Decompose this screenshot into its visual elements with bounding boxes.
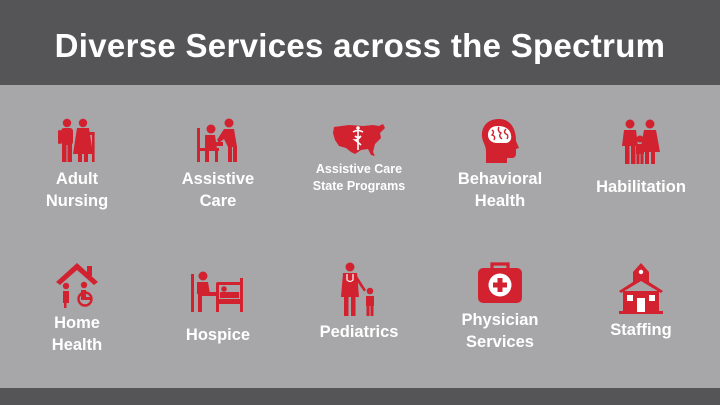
service-habilitation: Habilitation [576,118,706,198]
service-label: Adult [55,170,99,188]
medical-kit-icon [476,259,524,305]
service-label: Services [466,333,534,351]
service-label: Health [51,336,103,354]
service-label: Staffing [610,321,672,339]
service-adult-nursing: Adult Nursing [12,118,142,212]
service-label: Physician [461,311,539,329]
elderly-couple-icon [52,118,102,164]
service-home-health: Home Health [12,262,142,356]
service-hospice: Hospice [153,268,283,346]
service-physician-services: Physician Services [435,259,565,353]
service-label: Home [54,314,100,332]
service-assistive-care-state-programs: Assistive Care State Programs [294,122,424,195]
service-label: Nursing [45,192,109,210]
service-label: Hospice [185,326,251,344]
us-map-caduceus-icon [331,122,387,158]
service-label: Pediatrics [319,323,399,341]
service-pediatrics: Pediatrics [294,262,424,343]
service-assistive-care: Assistive Care [153,118,283,212]
service-label: Health [474,192,526,210]
service-staffing: Staffing [576,262,706,341]
footer-bar [0,388,720,405]
service-label: Assistive Care [315,162,403,176]
service-label: State Programs [312,179,406,193]
service-label: Habilitation [596,178,686,196]
service-label: Behavioral [457,170,543,188]
service-label: Assistive [181,170,255,188]
brain-head-icon [475,118,525,164]
service-label: Care [199,192,237,210]
family-icon [616,118,666,166]
caregiver-icon [193,118,243,164]
house-wheelchair-icon [54,262,100,308]
service-behavioral-health: Behavioral Health [435,118,565,212]
doctor-child-icon [336,262,382,318]
schoolhouse-icon [616,262,666,314]
page-title: Diverse Services across the Spectrum [54,26,666,64]
header-bar: Diverse Services across the Spectrum [0,0,720,85]
hospital-bed-icon [188,268,248,314]
